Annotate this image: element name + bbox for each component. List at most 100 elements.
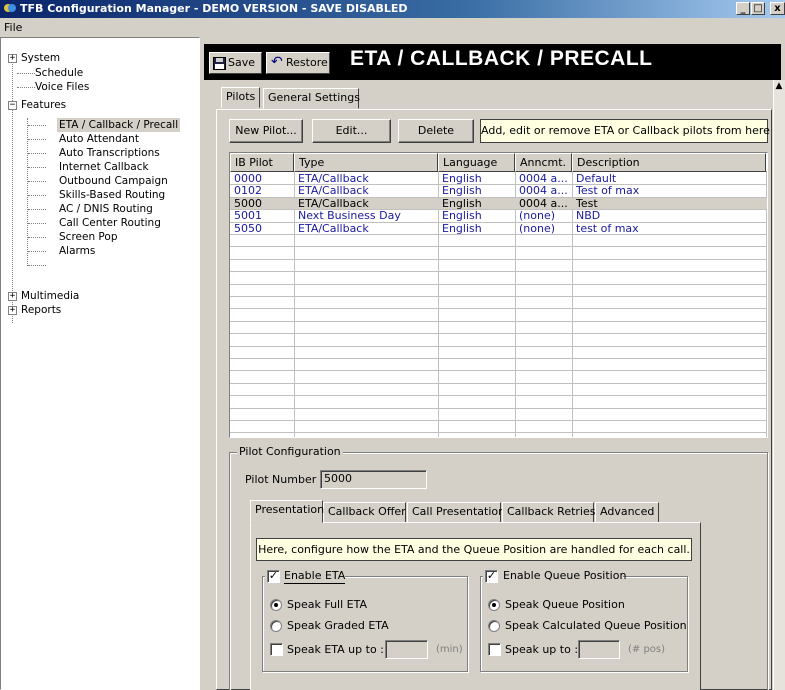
empty-table-row[interactable] (230, 384, 767, 397)
cell-ib-pilot: 5000 (234, 196, 262, 210)
column-header-language[interactable]: Language (438, 153, 515, 172)
tab-general-settings[interactable]: General Settings (263, 88, 360, 109)
empty-table-row[interactable] (230, 359, 767, 372)
column-header-type[interactable]: Type (294, 153, 438, 172)
empty-table-row[interactable] (230, 409, 767, 421)
navigation-tree[interactable]: + System Schedule Voice Files − Features… (0, 37, 200, 690)
queue-unit-label: (# pos) (628, 644, 666, 655)
empty-table-row[interactable] (230, 396, 767, 409)
empty-table-row[interactable] (230, 371, 767, 384)
tab-advanced[interactable]: Advanced (595, 502, 659, 523)
minimize-button[interactable]: _ (736, 2, 750, 15)
tree-item-call-center-routing[interactable]: Call Center Routing (59, 216, 161, 230)
tab-presentation[interactable]: Presentation (250, 500, 324, 523)
tree-item-outbound-campaign[interactable]: Outbound Campaign (59, 174, 168, 188)
tree-item-alarms[interactable]: Alarms (59, 244, 95, 258)
app-icon (4, 4, 16, 12)
tree-item-schedule[interactable]: Schedule (35, 66, 83, 80)
column-header-description[interactable]: Description (572, 153, 766, 172)
cell-ib-pilot: 0102 (234, 184, 262, 198)
pilots-grid[interactable]: IB Pilot Type Language Anncmt. Descripti… (229, 152, 768, 438)
queue-positions-field[interactable] (578, 640, 620, 659)
empty-table-row[interactable] (230, 309, 767, 322)
empty-table-row[interactable] (230, 285, 767, 297)
tree-item-system[interactable]: System (21, 51, 60, 65)
table-row[interactable]: 0102 ETA/Callback English 0004 a... Test of … (230, 184, 767, 198)
speak-full-eta-radio[interactable] (270, 599, 282, 611)
tree-item-auto-transcriptions[interactable]: Auto Transcriptions (59, 146, 160, 160)
cell-anncmt: 0004 a... (519, 196, 568, 210)
scroll-up-arrow-icon[interactable]: ▲ (773, 80, 785, 92)
speak-graded-eta-label: Speak Graded ETA (287, 619, 389, 632)
speak-calculated-queue-radio[interactable] (488, 620, 500, 632)
vertical-scrollbar[interactable] (773, 80, 785, 690)
cell-description: Test of max (576, 184, 640, 198)
tree-item-screen-pop[interactable]: Screen Pop (59, 230, 117, 244)
save-button[interactable]: Save (209, 52, 262, 74)
tree-item-ac-dnis-routing[interactable]: AC / DNIS Routing (59, 202, 153, 216)
tree-item-eta-callback-precall[interactable]: ETA / Callback / Precall (57, 118, 181, 132)
table-row[interactable]: 0000 ETA/Callback English 0004 a... Default (230, 172, 767, 186)
tree-item-reports[interactable]: Reports (21, 303, 61, 317)
speak-graded-eta-radio[interactable] (270, 620, 282, 632)
tab-callback-retries[interactable]: Callback Retries (502, 502, 595, 523)
empty-table-row[interactable] (230, 247, 767, 260)
expander-reports[interactable]: + (8, 306, 17, 315)
cell-type: ETA/Callback (298, 221, 369, 235)
edit-pilot-button[interactable]: Edit... (312, 119, 391, 143)
window-title: TFB Configuration Manager - DEMO VERSION… (20, 2, 408, 15)
tree-item-multimedia[interactable]: Multimedia (21, 289, 79, 303)
tab-pilots[interactable]: Pilots (221, 87, 260, 108)
delete-pilot-button[interactable]: Delete (398, 119, 474, 143)
grid-row-line (230, 432, 767, 434)
empty-table-row[interactable] (230, 347, 767, 359)
tree-item-skills-based-routing[interactable]: Skills-Based Routing (59, 188, 165, 202)
empty-table-row[interactable] (230, 272, 767, 285)
eta-minutes-field[interactable] (385, 640, 428, 659)
enable-queue-position-label: Enable Queue Position (503, 569, 627, 582)
tab-callback-offer[interactable]: Callback Offer (323, 502, 406, 523)
tree-item-features[interactable]: Features (21, 98, 66, 112)
tree-item-voice-files[interactable]: Voice Files (35, 80, 89, 94)
cell-language: English (442, 172, 482, 185)
speak-queue-position-radio[interactable] (488, 599, 500, 611)
tree-item-auto-attendant[interactable]: Auto Attendant (59, 132, 139, 146)
page-title: ETA / CALLBACK / PRECALL (350, 47, 653, 70)
column-header-filler (766, 153, 767, 172)
column-header-ib-pilot[interactable]: IB Pilot (230, 153, 294, 172)
table-row[interactable]: 5050 ETA/Callback English (none) test of max (230, 221, 767, 235)
cell-type: Next Business Day (298, 209, 401, 223)
table-row[interactable]: 5000 ETA/Callback English 0004 a... Test (230, 196, 767, 211)
empty-table-row[interactable] (230, 322, 767, 335)
maximize-button[interactable]: □ (751, 2, 765, 15)
enable-queue-position-checkbox[interactable]: ✓ (485, 570, 498, 583)
speak-eta-up-to-checkbox[interactable] (270, 643, 283, 656)
cell-ib-pilot: 5050 (234, 221, 262, 235)
empty-table-row[interactable] (230, 421, 767, 434)
restore-button[interactable]: ↶ Restore (266, 52, 330, 74)
table-row[interactable]: 5001 Next Business Day English (none) NBD (230, 209, 767, 223)
cell-language: English (442, 209, 482, 223)
menu-file[interactable]: File (4, 21, 22, 34)
save-label: Save (228, 56, 256, 69)
title-bar: TFB Configuration Manager - DEMO VERSION… (0, 0, 785, 18)
enable-eta-checkbox[interactable]: ✓ (267, 570, 280, 583)
pilot-number-field[interactable]: 5000 (320, 470, 427, 489)
speak-up-to-label: Speak up to : (505, 643, 579, 656)
close-button[interactable]: x (770, 2, 785, 15)
expander-features[interactable]: − (8, 101, 17, 110)
new-pilot-button[interactable]: New Pilot... (229, 119, 303, 143)
empty-table-row[interactable] (230, 235, 767, 248)
speak-up-to-checkbox[interactable] (488, 643, 501, 656)
cell-language: English (442, 221, 482, 235)
column-header-anncmt[interactable]: Anncmt. (515, 153, 572, 172)
tree-item-internet-callback[interactable]: Internet Callback (59, 160, 149, 174)
empty-table-row[interactable] (230, 334, 767, 347)
tab-call-presentation[interactable]: Call Presentation (407, 502, 505, 523)
empty-table-row[interactable] (230, 297, 767, 310)
expander-multimedia[interactable]: + (8, 292, 17, 301)
expander-system[interactable]: + (8, 54, 17, 63)
pilot-configuration-label: Pilot Configuration (237, 445, 343, 458)
cell-anncmt: 0004 a... (519, 184, 568, 198)
empty-table-row[interactable] (230, 260, 767, 273)
